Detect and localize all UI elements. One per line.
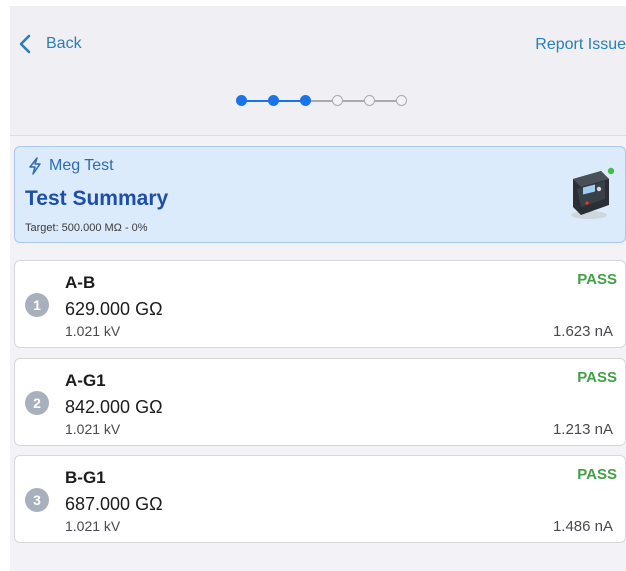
- result-resistance: 687.000 GΩ: [65, 494, 163, 514]
- stepper-dot-5: [364, 95, 375, 106]
- back-label: Back: [46, 35, 82, 52]
- stepper-dot-2: [268, 95, 279, 106]
- screen: Back Report Issue Meg Test Test Summary …: [10, 6, 626, 571]
- summary-title: Test Summary: [25, 187, 169, 210]
- stepper-connector: [374, 100, 397, 102]
- stepper-connector: [246, 100, 269, 102]
- result-card-2[interactable]: 2 A-G1 842.000 GΩ 1.021 kV PASS 1.213 nA: [14, 358, 626, 446]
- result-resistance: 842.000 GΩ: [65, 397, 163, 417]
- result-name: A-G1: [65, 371, 106, 390]
- result-card-3[interactable]: 3 B-G1 687.000 GΩ 1.021 kV PASS 1.486 nA: [14, 455, 626, 543]
- lightning-icon: [29, 157, 41, 175]
- megohmmeter-device-icon: [571, 167, 615, 219]
- result-card-1[interactable]: 1 A-B 629.000 GΩ 1.021 kV PASS 1.623 nA: [14, 260, 626, 348]
- stepper-dot-1: [236, 95, 247, 106]
- report-issue-button[interactable]: Report Issue: [535, 36, 626, 54]
- result-voltage: 1.021 kV: [65, 518, 121, 534]
- stepper-connector: [278, 100, 301, 102]
- stepper-connector: [342, 100, 365, 102]
- stepper-dot-4: [332, 95, 343, 106]
- result-status: PASS: [577, 271, 617, 288]
- test-type: Meg Test: [27, 157, 114, 175]
- stepper-dot-6: [396, 95, 407, 106]
- test-type-label: Meg Test: [49, 157, 114, 174]
- result-current: 1.486 nA: [552, 518, 613, 535]
- stepper-dot-3: [300, 95, 311, 106]
- progress-stepper: [236, 94, 407, 108]
- target-value: Target: 500.000 MΩ - 0%: [25, 222, 148, 234]
- result-current: 1.213 nA: [552, 421, 613, 438]
- result-voltage: 1.021 kV: [65, 323, 121, 339]
- result-index-badge: 1: [25, 293, 49, 317]
- result-name: A-B: [65, 273, 96, 292]
- stepper-connector: [310, 100, 333, 102]
- result-status: PASS: [577, 369, 617, 386]
- result-voltage: 1.021 kV: [65, 421, 121, 437]
- back-button[interactable]: Back: [18, 34, 82, 54]
- result-current: 1.623 nA: [552, 323, 613, 340]
- result-name: B-G1: [65, 468, 106, 487]
- result-status: PASS: [577, 466, 617, 483]
- test-summary-card: Meg Test Test Summary Target: 500.000 MΩ…: [14, 146, 626, 243]
- chevron-left-icon: [19, 34, 31, 54]
- result-index-badge: 3: [25, 488, 49, 512]
- top-bar: Back Report Issue: [10, 6, 626, 136]
- result-resistance: 629.000 GΩ: [65, 299, 163, 319]
- result-index-badge: 2: [25, 391, 49, 415]
